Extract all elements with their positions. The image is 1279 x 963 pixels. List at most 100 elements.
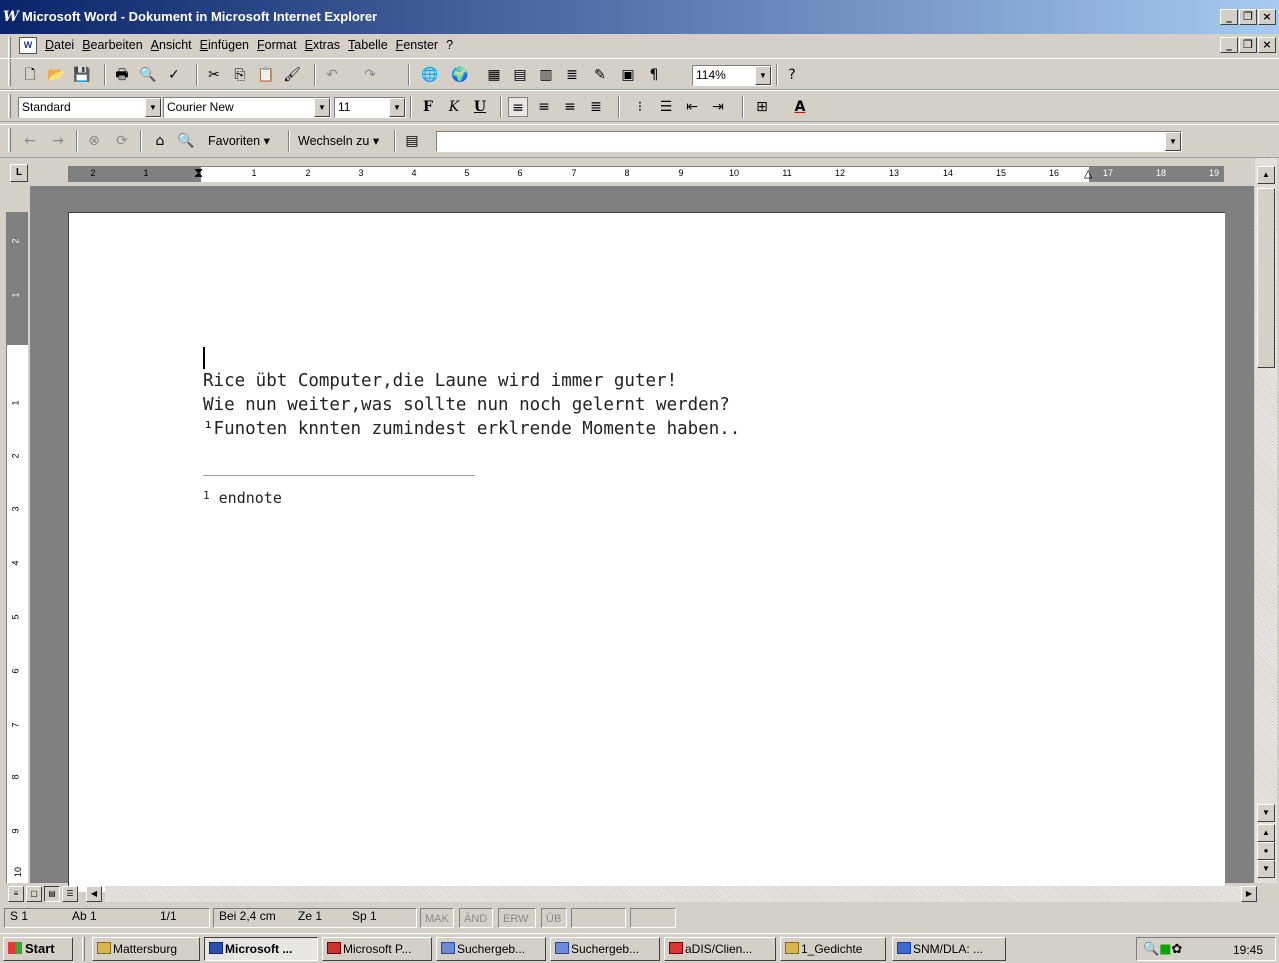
print-layout-icon[interactable]: ▤	[44, 886, 60, 902]
maximize-button[interactable]: ❐	[1239, 9, 1257, 25]
refresh-icon[interactable]: ⟳	[112, 131, 132, 151]
open-folder-icon[interactable]: 📂	[46, 65, 66, 85]
vertical-ruler[interactable]: 2 1 1 2 3 4 5 6 7 8 9 10	[6, 212, 28, 883]
bold-button[interactable]: F	[418, 97, 438, 117]
favorites-menu[interactable]: Favoriten ▾	[208, 133, 270, 148]
chevron-down-icon[interactable]: ▼	[389, 98, 405, 117]
footnote[interactable]: 1 endnote	[203, 489, 282, 507]
menu-format[interactable]: Format	[257, 38, 297, 52]
web-layout-icon[interactable]: ▢	[26, 886, 42, 902]
numbered-list-icon[interactable]: ⁝	[630, 97, 650, 117]
tray-icons[interactable]: 🔍■✿	[1143, 942, 1182, 957]
bullet-list-icon[interactable]: ☰	[656, 97, 676, 117]
font-size-select[interactable]: 11 ▼	[334, 97, 406, 118]
show-web-toolbar-only-icon[interactable]: ▤	[402, 131, 422, 151]
help-icon[interactable]: ?	[782, 65, 802, 85]
horizontal-ruler[interactable]: L 2 1 ⧗ 1 2 3 4 5 6 7 8 9 10 11 12 13 14…	[0, 158, 1279, 186]
search-web-icon[interactable]: 🔍	[176, 131, 196, 151]
browse-object-button[interactable]: ●	[1257, 842, 1275, 860]
menu-einfuegen[interactable]: Einfügen	[200, 38, 249, 52]
spell-check-icon[interactable]: ✓	[164, 65, 184, 85]
scroll-thumb[interactable]	[1257, 188, 1275, 368]
justify-icon[interactable]: ≣	[586, 97, 606, 117]
horizontal-scroll-track[interactable]	[105, 886, 1241, 902]
task-snm-dla[interactable]: SNM/DLA: ...	[892, 937, 1006, 961]
address-field[interactable]: ▼	[436, 131, 1182, 152]
font-color-icon[interactable]: A	[790, 97, 810, 117]
font-select[interactable]: Courier New ▼	[163, 97, 331, 118]
ruler-strip[interactable]: 2 1 ⧗ 1 2 3 4 5 6 7 8 9 10 11 12 13 14 1…	[68, 165, 1224, 182]
chevron-down-icon[interactable]: ▼	[314, 98, 330, 117]
scroll-left-button[interactable]: ◀	[86, 886, 102, 902]
undo-icon[interactable]: ↶	[322, 65, 342, 85]
document-page[interactable]: Rice übt Computer,die Laune wird immer g…	[68, 212, 1225, 892]
underline-button[interactable]: U	[470, 97, 490, 117]
indent-marker[interactable]: ⧗	[194, 165, 203, 181]
outline-view-icon[interactable]: ☰	[62, 886, 78, 902]
format-painter-icon[interactable]: 🖌	[282, 65, 302, 85]
menu-help[interactable]: ?	[446, 38, 453, 52]
goto-menu[interactable]: Wechseln zu ▾	[298, 133, 379, 148]
zoom-select[interactable]: 114% ▼	[692, 65, 772, 86]
document-map-icon[interactable]: ▣	[618, 65, 638, 85]
clock[interactable]: 19:45	[1233, 943, 1263, 957]
italic-button[interactable]: K	[444, 97, 464, 117]
menu-datei[interactable]: Datei	[45, 38, 74, 52]
copy-icon[interactable]: ⎘	[230, 65, 250, 85]
new-document-icon[interactable]: 🗋	[20, 65, 40, 85]
paste-icon[interactable]: 📋	[256, 65, 276, 85]
menu-ansicht[interactable]: Ansicht	[151, 38, 192, 52]
normal-view-icon[interactable]: ≡	[8, 886, 24, 902]
show-formatting-icon[interactable]: ¶	[644, 65, 664, 85]
toolbar-grip[interactable]	[8, 62, 11, 86]
right-indent-marker[interactable]: △	[1084, 167, 1092, 180]
print-icon[interactable]: 🖶	[112, 65, 132, 85]
chevron-down-icon[interactable]: ▼	[1165, 132, 1181, 151]
vertical-scrollbar[interactable]: ▲ ▼ ▲ ● ▼	[1255, 158, 1277, 883]
forward-arrow-icon[interactable]: →	[48, 131, 68, 151]
style-select[interactable]: Standard ▼	[18, 97, 162, 118]
home-icon[interactable]: ⌂	[150, 131, 170, 151]
task-adis-client[interactable]: aDIS/Clien...	[664, 937, 776, 961]
hyperlink-icon[interactable]: 🌐	[420, 65, 440, 85]
doc-restore-button[interactable]: ❐	[1239, 37, 1257, 53]
redo-icon[interactable]: ↷	[360, 65, 380, 85]
task-suchergebnis-2[interactable]: Suchergeb...	[550, 937, 660, 961]
tables-borders-icon[interactable]: ▦	[484, 65, 504, 85]
align-left-icon[interactable]: ≡	[508, 97, 528, 117]
increase-indent-icon[interactable]: ⇥	[708, 97, 728, 117]
status-and[interactable]: ÄND	[459, 908, 493, 928]
print-preview-icon[interactable]: 🔍	[138, 65, 158, 85]
next-page-button[interactable]: ▼	[1257, 860, 1275, 878]
decrease-indent-icon[interactable]: ⇤	[682, 97, 702, 117]
cut-icon[interactable]: ✂	[204, 65, 224, 85]
align-center-icon[interactable]: ≡	[534, 97, 554, 117]
document-line[interactable]: ¹Funoten knnten zumindest erklrende Mome…	[203, 419, 740, 439]
menu-extras[interactable]: Extras	[305, 38, 340, 52]
document-icon[interactable]: W	[19, 37, 37, 54]
web-toolbar-icon[interactable]: 🌍	[450, 65, 470, 85]
scroll-down-button[interactable]: ▼	[1257, 804, 1275, 822]
drawing-icon[interactable]: ✎	[590, 65, 610, 85]
document-line[interactable]: Rice übt Computer,die Laune wird immer g…	[203, 371, 677, 391]
tab-stop-selector[interactable]: L	[10, 164, 28, 182]
close-button[interactable]: ×	[1258, 9, 1276, 25]
status-ub[interactable]: ÜB	[541, 908, 567, 928]
status-erw[interactable]: ERW	[498, 908, 536, 928]
toolbar-grip[interactable]	[8, 128, 11, 152]
task-microsoft-powerpoint[interactable]: Microsoft P...	[322, 937, 432, 961]
minimize-button[interactable]: _	[1220, 9, 1238, 25]
chevron-down-icon[interactable]: ▼	[145, 98, 161, 117]
columns-icon[interactable]: ≣	[562, 65, 582, 85]
back-arrow-icon[interactable]: ←	[20, 131, 40, 151]
status-mak[interactable]: MAK	[420, 908, 454, 928]
insert-table-icon[interactable]: ▤	[510, 65, 530, 85]
task-mattersburg[interactable]: Mattersburg	[92, 937, 200, 961]
scroll-right-button[interactable]: ▶	[1241, 886, 1257, 902]
previous-page-button[interactable]: ▲	[1257, 824, 1275, 842]
task-microsoft-word[interactable]: Microsoft ...	[204, 937, 318, 961]
toolbar-grip[interactable]	[8, 94, 11, 118]
chevron-down-icon[interactable]: ▼	[755, 66, 771, 85]
scroll-up-button[interactable]: ▲	[1257, 166, 1275, 184]
save-icon[interactable]: 💾	[72, 65, 92, 85]
